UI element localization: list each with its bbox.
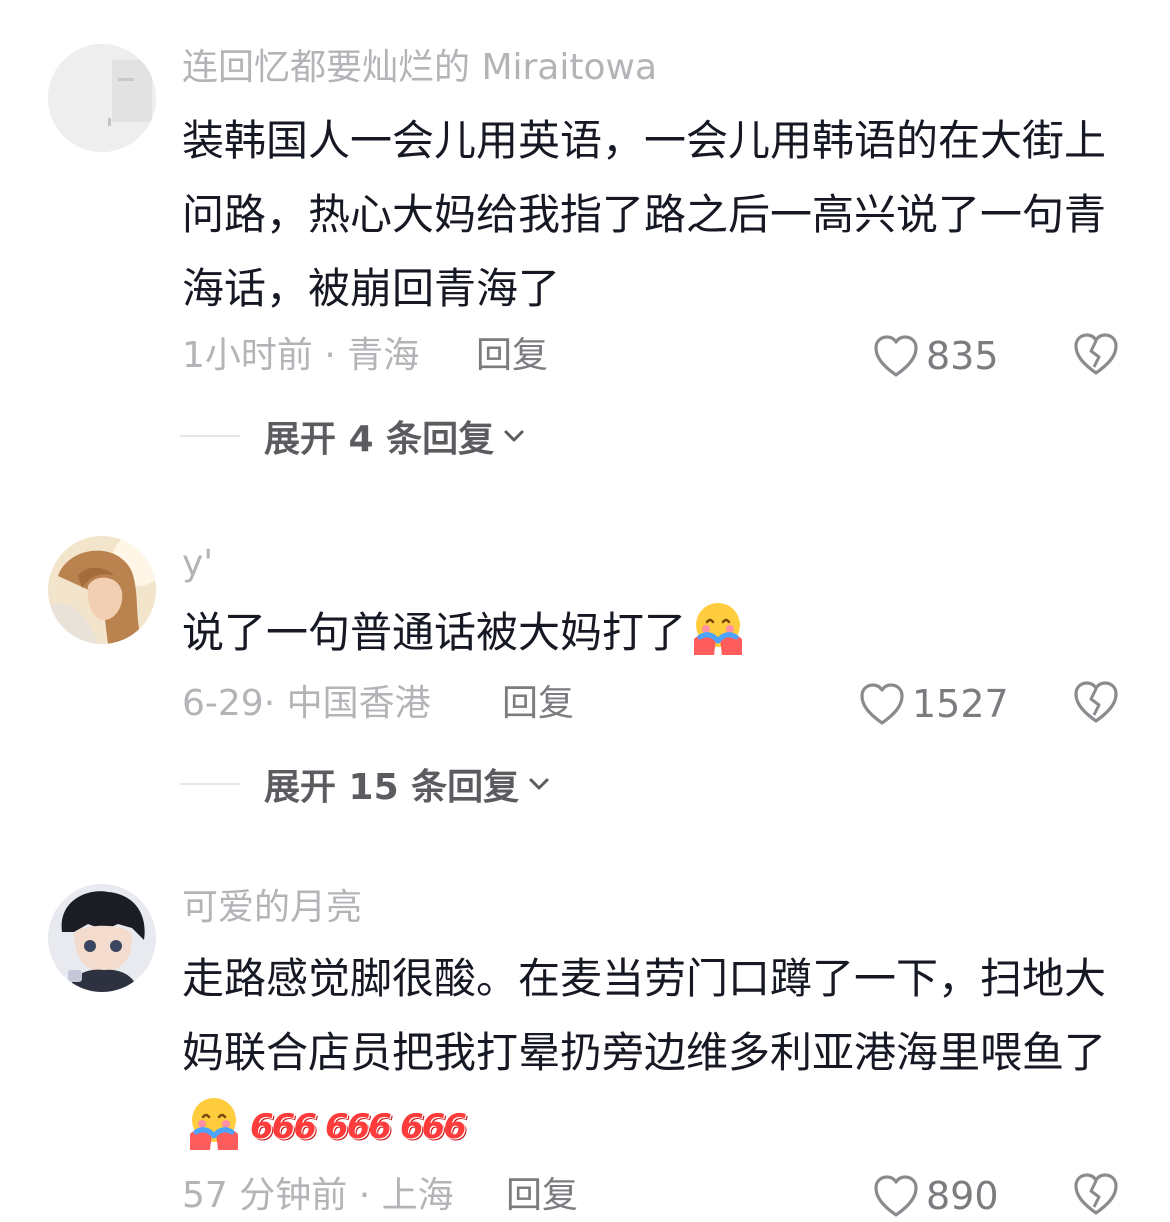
comment-username[interactable]: 可爱的月亮 [182,886,362,930]
comment-text: 走路感觉脚很酸。在麦当劳门口蹲了一下，扫地大妈联合店员把我打晕扔旁边维多利亚港海… [182,942,1122,1173]
like-count: 890 [926,1174,999,1218]
comment-meta: 57 分钟前 · 上海 [182,1175,454,1216]
avatar-anime-boy-icon [48,884,156,992]
dislike-button[interactable] [1072,1171,1120,1217]
sticker-666: 666 [399,1107,467,1147]
hugging-face-emoji [186,1094,242,1173]
sticker-666: 666 [324,1107,392,1147]
reply-button[interactable]: 回复 [506,1174,578,1218]
broken-heart-icon [1074,1173,1118,1215]
sticker-666: 666 [250,1107,317,1147]
comment-item: 可爱的月亮 走路感觉脚很酸。在麦当劳门口蹲了一下，扫地大妈联合店员把我打晕扔旁边… [0,0,1170,1222]
like-button[interactable]: 890 [872,1171,999,1221]
heart-outline-icon [874,1175,918,1217]
comment-text-content: 走路感觉脚很酸。在麦当劳门口蹲了一下，扫地大妈联合店员把我打晕扔旁边维多利亚港海… [182,954,1107,1077]
avatar[interactable] [48,884,156,992]
